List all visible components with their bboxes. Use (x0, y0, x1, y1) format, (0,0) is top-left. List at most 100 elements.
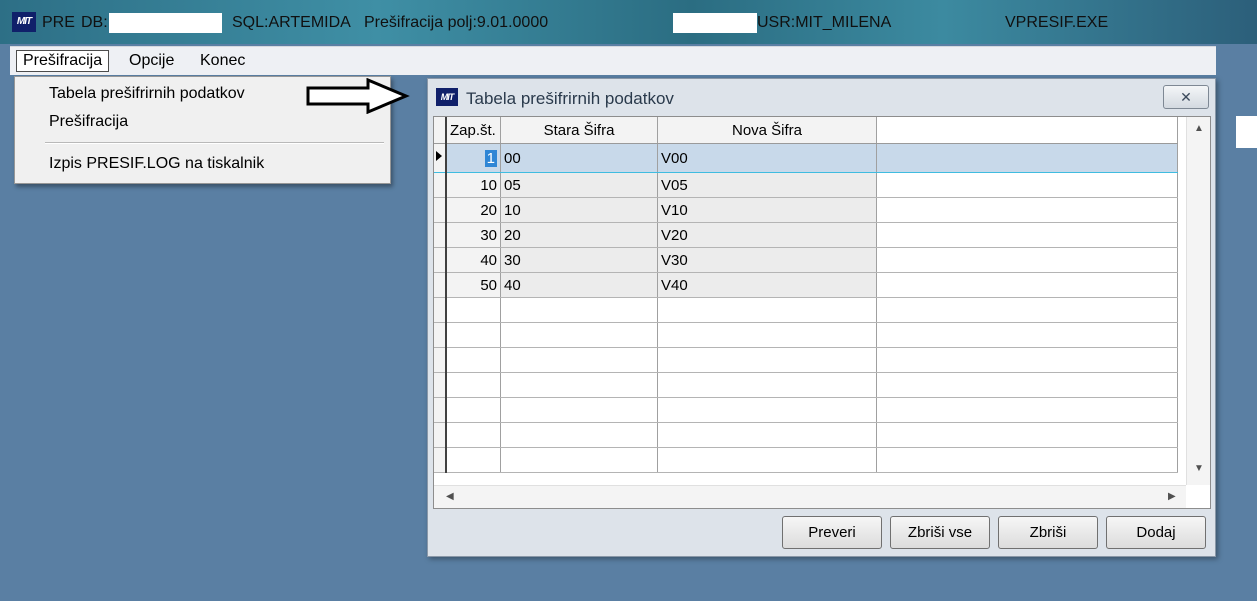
row-indicator (434, 172, 447, 198)
cell-empty[interactable] (446, 447, 501, 473)
cell-empty[interactable] (500, 372, 658, 398)
cell-empty (876, 372, 1178, 398)
title-user: USR:MIT_MILENA (757, 14, 892, 31)
menu-presifracija[interactable]: Prešifracija (16, 50, 110, 72)
row-indicator (434, 322, 447, 348)
cell-zap[interactable]: 40 (446, 247, 501, 273)
cell-empty[interactable] (657, 322, 877, 348)
row-indicator (434, 372, 447, 398)
zbrisi-button[interactable]: Zbriši (998, 516, 1098, 549)
row-pointer-icon (434, 143, 447, 173)
cell-empty[interactable] (657, 397, 877, 423)
vertical-scrollbar[interactable]: ▲ ▼ (1186, 117, 1210, 485)
table-row[interactable]: 40 30 V30 (434, 247, 1178, 273)
empty-row[interactable] (434, 297, 1178, 323)
scroll-up-icon[interactable]: ▲ (1194, 123, 1204, 134)
cell-nova[interactable]: V00 (657, 143, 877, 173)
table-row[interactable]: 30 20 V20 (434, 222, 1178, 248)
app-logo-icon: MIT (12, 12, 36, 32)
cell-stara[interactable]: 10 (500, 197, 658, 223)
cell-empty[interactable] (446, 422, 501, 448)
scroll-right-icon[interactable]: ▶ (1168, 491, 1176, 502)
cell-nova[interactable]: V20 (657, 222, 877, 248)
menuitem-tabela[interactable]: Tabela prešifrirnih podatkov (49, 85, 245, 103)
cell-empty[interactable] (446, 322, 501, 348)
col-zap[interactable]: Zap.št. (446, 117, 501, 144)
scroll-down-icon[interactable]: ▼ (1194, 463, 1204, 474)
table-row[interactable]: 1 00 V00 (434, 143, 1178, 173)
table-row[interactable]: 20 10 V10 (434, 197, 1178, 223)
cell-empty[interactable] (446, 347, 501, 373)
cell-empty[interactable] (500, 297, 658, 323)
cell-empty (876, 422, 1178, 448)
grid-header-row: Zap.št. Stara Šifra Nova Šifra (434, 117, 1178, 144)
title-module: Prešifracija polj:9.01.0000 (364, 14, 549, 31)
preveri-button[interactable]: Preveri (782, 516, 882, 549)
cell-stara[interactable]: 20 (500, 222, 658, 248)
menuitem-presifracija[interactable]: Prešifracija (49, 113, 128, 131)
horizontal-scrollbar[interactable]: ◀ ▶ (434, 485, 1186, 508)
cell-empty (876, 143, 1178, 173)
table-row[interactable]: 50 40 V40 (434, 272, 1178, 298)
row-indicator (434, 297, 447, 323)
zbrisi-vse-button[interactable]: Zbriši vse (890, 516, 990, 549)
col-stara[interactable]: Stara Šifra (500, 117, 658, 144)
cell-empty[interactable] (657, 297, 877, 323)
redacted-block (673, 13, 757, 33)
cell-zap[interactable]: 10 (446, 172, 501, 198)
empty-row[interactable] (434, 447, 1178, 473)
cell-zap[interactable]: 1 (446, 143, 501, 173)
cell-stara[interactable]: 30 (500, 247, 658, 273)
col-nova[interactable]: Nova Šifra (657, 117, 877, 144)
cell-zap[interactable]: 20 (446, 197, 501, 223)
cell-empty[interactable] (446, 372, 501, 398)
menu-bar: Prešifracija Opcije Konec (10, 46, 1257, 75)
cell-zap-value: 1 (484, 149, 497, 167)
cell-empty[interactable] (500, 347, 658, 373)
cell-empty[interactable] (500, 397, 658, 423)
row-indicator (434, 347, 447, 373)
empty-row[interactable] (434, 372, 1178, 398)
cell-empty[interactable] (657, 422, 877, 448)
title-sql: SQL:ARTEMIDA (232, 14, 351, 31)
cell-zap[interactable]: 50 (446, 272, 501, 298)
menu-konec[interactable]: Konec (194, 51, 251, 71)
empty-row[interactable] (434, 322, 1178, 348)
cell-nova[interactable]: V40 (657, 272, 877, 298)
cell-empty[interactable] (446, 397, 501, 423)
cell-stara[interactable]: 40 (500, 272, 658, 298)
row-indicator (434, 222, 447, 248)
cell-empty[interactable] (446, 297, 501, 323)
cell-empty[interactable] (500, 447, 658, 473)
cell-empty[interactable] (657, 372, 877, 398)
data-grid[interactable]: Zap.št. Stara Šifra Nova Šifra 1 00 V00 … (433, 116, 1211, 509)
cell-stara[interactable]: 05 (500, 172, 658, 198)
cell-zap[interactable]: 30 (446, 222, 501, 248)
cell-empty[interactable] (657, 347, 877, 373)
empty-row[interactable] (434, 397, 1178, 423)
empty-row[interactable] (434, 347, 1178, 373)
grid-table: Zap.št. Stara Šifra Nova Šifra 1 00 V00 … (434, 117, 1178, 473)
menuitem-izpis-log[interactable]: Izpis PRESIF.LOG na tiskalnik (49, 155, 264, 173)
cell-empty (876, 297, 1178, 323)
header-indicator (434, 117, 447, 144)
close-icon[interactable]: ✕ (1163, 85, 1209, 109)
cell-nova[interactable]: V10 (657, 197, 877, 223)
row-indicator (434, 422, 447, 448)
row-indicator (434, 447, 447, 473)
empty-row[interactable] (434, 422, 1178, 448)
tabela-dialog: MIT Tabela prešifrirnih podatkov ✕ Zap.š… (427, 78, 1216, 557)
dodaj-button[interactable]: Dodaj (1106, 516, 1206, 549)
cell-empty (876, 172, 1178, 198)
cell-nova[interactable]: V30 (657, 247, 877, 273)
scroll-left-icon[interactable]: ◀ (446, 491, 454, 502)
cell-empty (876, 222, 1178, 248)
redacted-block (109, 13, 222, 33)
menu-opcije[interactable]: Opcije (123, 51, 180, 71)
cell-stara[interactable]: 00 (500, 143, 658, 173)
cell-empty[interactable] (500, 422, 658, 448)
table-row[interactable]: 10 05 V05 (434, 172, 1178, 198)
cell-empty[interactable] (500, 322, 658, 348)
cell-empty[interactable] (657, 447, 877, 473)
cell-nova[interactable]: V05 (657, 172, 877, 198)
